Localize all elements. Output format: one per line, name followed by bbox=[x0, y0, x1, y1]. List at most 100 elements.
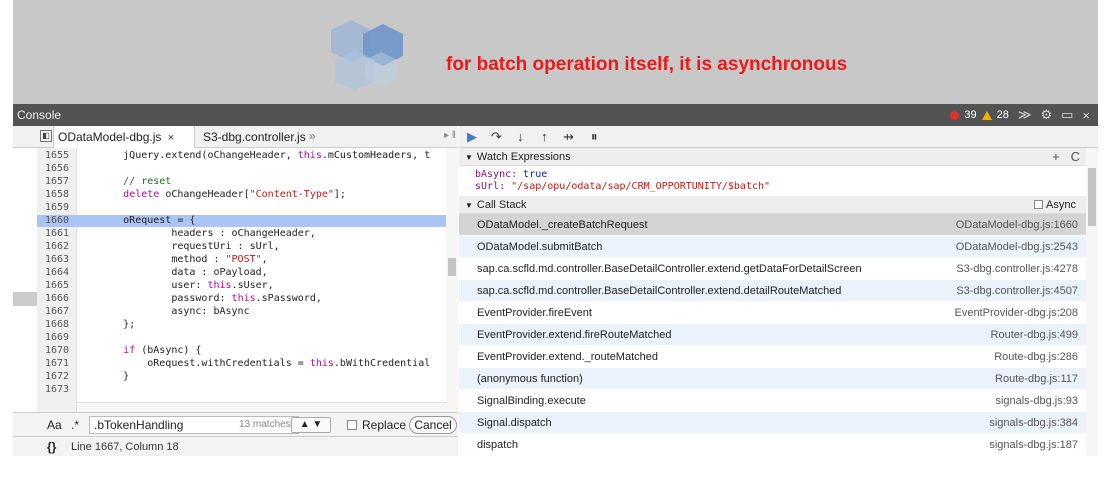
step-into-icon[interactable]: ↓ bbox=[517, 129, 524, 144]
frame-location[interactable]: Route-dbg.js:117 bbox=[995, 368, 1078, 390]
frame-location[interactable]: EventProvider-dbg.js:208 bbox=[954, 302, 1078, 324]
console-title[interactable]: Console bbox=[17, 108, 61, 122]
regex-toggle[interactable]: .* bbox=[71, 418, 79, 432]
warning-count[interactable]: 28 bbox=[997, 109, 1009, 121]
line-number[interactable]: 1667 bbox=[37, 306, 75, 318]
call-frame[interactable]: ODataModel._createBatchRequest ODataModel… bbox=[459, 214, 1086, 236]
code-line[interactable]: 1656 bbox=[37, 163, 455, 175]
code-line[interactable]: 1662 requestUri : sUrl, bbox=[37, 241, 455, 253]
navigator-toggle-icon[interactable]: ◧ bbox=[40, 130, 52, 142]
tabs-overflow-icon[interactable]: » bbox=[309, 129, 316, 143]
line-number[interactable]: 1666 bbox=[37, 293, 75, 305]
line-number[interactable]: 1668 bbox=[37, 319, 75, 331]
pause-on-exceptions-icon[interactable]: ⏸ bbox=[591, 129, 598, 145]
line-number[interactable]: 1665 bbox=[37, 280, 75, 292]
close-icon[interactable]: × bbox=[1082, 108, 1090, 123]
code-line[interactable]: 1664 data : oPayload, bbox=[37, 267, 455, 279]
line-number[interactable]: 1672 bbox=[37, 371, 75, 383]
line-number[interactable]: 1659 bbox=[37, 202, 75, 214]
code-line[interactable]: 1666 password: this.sPassword, bbox=[37, 293, 455, 305]
dock-icon[interactable]: ▭ bbox=[1061, 107, 1073, 123]
frame-location[interactable]: signals-dbg.js:187 bbox=[989, 434, 1078, 456]
code-editor[interactable]: 1655 jQuery.extend(oChangeHeader, this.m… bbox=[13, 148, 458, 412]
code-line[interactable]: 1661 headers : oChangeHeader, bbox=[37, 228, 455, 240]
line-number[interactable]: 1661 bbox=[37, 228, 75, 240]
line-number[interactable]: 1656 bbox=[37, 163, 75, 175]
code-line[interactable]: 1659 bbox=[37, 202, 455, 214]
call-frame[interactable]: dispatch signals-dbg.js:187 bbox=[459, 434, 1086, 456]
line-number[interactable]: 1670 bbox=[37, 345, 75, 357]
line-number[interactable]: 1671 bbox=[37, 358, 75, 370]
watch-item[interactable]: bAsync: true bbox=[475, 169, 547, 180]
line-number[interactable]: 1657 bbox=[37, 176, 75, 188]
frame-location[interactable]: ODataModel-dbg.js:2543 bbox=[956, 236, 1078, 258]
call-frame[interactable]: EventProvider.fireEvent EventProvider-dbg… bbox=[459, 302, 1086, 324]
call-frame[interactable]: sap.ca.scfld.md.controller.BaseDetailCon… bbox=[459, 258, 1086, 280]
call-frame[interactable]: EventProvider.extend.fireRouteMatched Rou… bbox=[459, 324, 1086, 346]
frame-location[interactable]: Route-dbg.js:286 bbox=[994, 346, 1078, 368]
match-case-toggle[interactable]: Aa bbox=[47, 418, 62, 432]
scrollbar-thumb[interactable] bbox=[1088, 168, 1096, 226]
code-line[interactable]: 1658 delete oChangeHeader["Content-Type"… bbox=[37, 189, 455, 201]
line-number[interactable]: 1660 bbox=[37, 215, 75, 227]
debugger-toggle-icon[interactable]: ▸ ‖ bbox=[444, 130, 456, 141]
code-line[interactable]: 1657 // reset bbox=[37, 176, 455, 188]
line-number[interactable]: 1669 bbox=[37, 332, 75, 344]
refresh-watch-icon[interactable]: C bbox=[1071, 149, 1080, 164]
call-frame[interactable]: (anonymous function) Route-dbg.js:117 bbox=[459, 368, 1086, 390]
tab-s3-controller[interactable]: S3-dbg.controller.js bbox=[199, 126, 310, 148]
console-drawer-icon[interactable]: ≫ bbox=[1018, 107, 1032, 123]
call-frame[interactable]: ODataModel.submitBatch ODataModel-dbg.js:… bbox=[459, 236, 1086, 258]
resume-icon[interactable]: ▶ bbox=[467, 129, 477, 145]
async-checkbox[interactable] bbox=[1034, 200, 1044, 209]
code-line[interactable]: 1667 async: bAsync bbox=[37, 306, 455, 318]
call-frame[interactable]: sap.ca.scfld.md.controller.BaseDetailCon… bbox=[459, 280, 1086, 302]
call-frame[interactable]: SignalBinding.execute signals-dbg.js:93 bbox=[459, 390, 1086, 412]
scrollbar-thumb[interactable] bbox=[448, 258, 456, 276]
code-line[interactable]: 1672 } bbox=[37, 371, 455, 383]
frame-location[interactable]: ODataModel-dbg.js:1660 bbox=[956, 214, 1078, 236]
frame-location[interactable]: S3-dbg.controller.js:4507 bbox=[956, 280, 1078, 302]
watch-expressions-header[interactable]: ▼ Watch Expressions + C bbox=[459, 148, 1086, 166]
code-line[interactable]: 1665 user: this.sUser, bbox=[37, 280, 455, 292]
deactivate-breakpoints-icon[interactable]: ⇸ bbox=[563, 129, 574, 145]
line-number[interactable]: 1658 bbox=[37, 189, 75, 201]
code-line[interactable]: 1668 }; bbox=[37, 319, 455, 331]
editor-scrollbar[interactable] bbox=[446, 148, 458, 412]
code-line[interactable]: 1655 jQuery.extend(oChangeHeader, this.m… bbox=[37, 150, 455, 162]
watch-item[interactable]: sUrl: "/sap/opu/odata/sap/CRM_OPPORTUNIT… bbox=[475, 181, 770, 192]
code-line[interactable]: 1660 oRequest = { bbox=[37, 215, 455, 227]
gear-icon[interactable]: ⚙ bbox=[1040, 107, 1052, 123]
step-over-icon[interactable]: ↷ bbox=[491, 129, 502, 145]
step-out-icon[interactable]: ↑ bbox=[541, 129, 548, 144]
frame-location[interactable]: Router-dbg.js:499 bbox=[991, 324, 1078, 346]
code-line[interactable]: 1671 oRequest.withCredentials = this.bWi… bbox=[37, 358, 455, 370]
replace-checkbox[interactable] bbox=[347, 420, 357, 430]
search-nav-buttons[interactable]: ▲ ▼ bbox=[291, 417, 331, 433]
line-number[interactable]: 1655 bbox=[37, 150, 75, 162]
line-number[interactable]: 1663 bbox=[37, 254, 75, 266]
tab-close-icon[interactable]: × bbox=[168, 132, 174, 144]
frame-location[interactable]: signals-dbg.js:93 bbox=[995, 390, 1078, 412]
error-count[interactable]: 39 bbox=[964, 109, 976, 121]
line-number[interactable]: 1673 bbox=[37, 384, 75, 396]
call-stack-header[interactable]: ▼ Call Stack Async bbox=[459, 196, 1086, 214]
call-frame[interactable]: EventProvider.extend._routeMatched Route-… bbox=[459, 346, 1086, 368]
editor-horizontal-scrollbar[interactable] bbox=[77, 402, 447, 412]
file-tabs: ◧ ODataModel-dbg.js × S3-dbg.controller.… bbox=[13, 126, 458, 148]
code-line[interactable]: 1669 bbox=[37, 332, 455, 344]
frame-location[interactable]: S3-dbg.controller.js:4278 bbox=[956, 258, 1078, 280]
code-line[interactable]: 1663 method : "POST", bbox=[37, 254, 455, 266]
line-number[interactable]: 1662 bbox=[37, 241, 75, 253]
cancel-button[interactable]: Cancel bbox=[409, 416, 457, 434]
add-watch-icon[interactable]: + bbox=[1052, 149, 1060, 164]
call-frame[interactable]: Signal.dispatch signals-dbg.js:384 bbox=[459, 412, 1086, 434]
code-line[interactable]: 1673 bbox=[37, 384, 455, 396]
line-number[interactable]: 1664 bbox=[37, 267, 75, 279]
code-line[interactable]: 1670 if (bAsync) { bbox=[37, 345, 455, 357]
frame-location[interactable]: signals-dbg.js:384 bbox=[989, 412, 1078, 434]
sidebar-scrollbar[interactable] bbox=[1086, 148, 1098, 456]
tab-odatamodel[interactable]: ODataModel-dbg.js × bbox=[53, 126, 195, 148]
async-toggle[interactable]: Async bbox=[1034, 196, 1076, 214]
pretty-print-icon[interactable]: {} bbox=[47, 440, 56, 454]
